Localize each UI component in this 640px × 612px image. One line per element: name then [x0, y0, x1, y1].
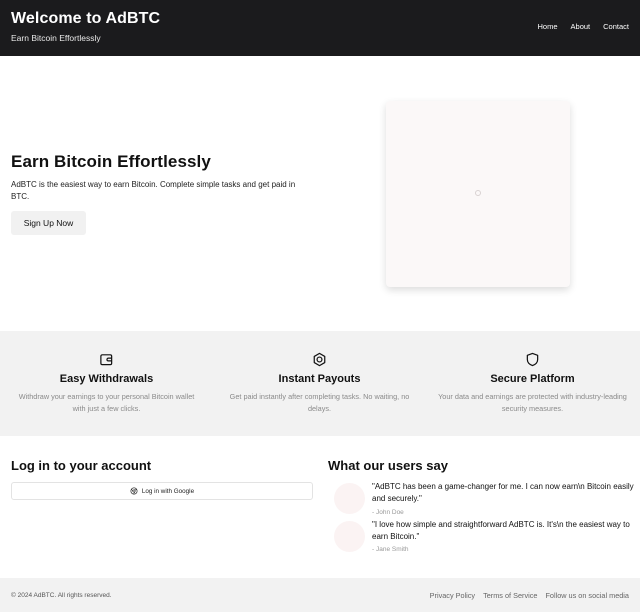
testimonials-title: What our users say — [328, 458, 448, 473]
avatar — [334, 483, 365, 514]
loading-spinner-icon — [475, 190, 481, 196]
terms-of-service-link[interactable]: Terms of Service — [483, 591, 537, 600]
feature-description: Your data and earnings are protected wit… — [438, 392, 627, 413]
main-nav: Home About Contact — [538, 22, 629, 31]
testimonial-quote: "AdBTC has been a game-changer for me. I… — [372, 482, 634, 503]
nav-home-link[interactable]: Home — [538, 22, 558, 31]
login-title: Log in to your account — [11, 458, 152, 473]
google-login-button[interactable]: Log in with Google — [11, 482, 313, 500]
nav-about-link[interactable]: About — [571, 22, 591, 31]
features-section: Easy Withdrawals Withdraw your earnings … — [0, 331, 640, 436]
copyright-text: © 2024 AdBTC. All rights reserved. — [11, 592, 112, 599]
sign-up-button[interactable]: Sign Up Now — [11, 211, 86, 235]
site-title: Welcome to AdBTC — [11, 10, 161, 27]
wallet-icon — [100, 354, 113, 366]
hero-image-placeholder — [386, 101, 570, 287]
shield-icon — [526, 352, 539, 367]
feature-description: Withdraw your earnings to your personal … — [18, 392, 195, 413]
avatar — [334, 521, 365, 552]
testimonial-author: - John Doe — [372, 509, 404, 516]
social-media-link[interactable]: Follow us on social media — [545, 591, 629, 600]
site-header: Welcome to AdBTC Earn Bitcoin Effortless… — [0, 0, 640, 56]
feature-easy-withdrawals: Easy Withdrawals Withdraw your earnings … — [0, 331, 213, 436]
privacy-policy-link[interactable]: Privacy Policy — [430, 591, 475, 600]
feature-title: Easy Withdrawals — [59, 373, 154, 385]
hero-description: AdBTC is the easiest way to earn Bitcoin… — [11, 180, 296, 201]
testimonial-author: - Jane Smith — [372, 546, 409, 553]
footer-links: Privacy Policy Terms of Service Follow u… — [430, 591, 629, 600]
instant-payout-icon — [313, 352, 326, 367]
feature-title: Secure Platform — [490, 373, 575, 385]
nav-contact-link[interactable]: Contact — [603, 22, 629, 31]
site-tagline: Earn Bitcoin Effortlessly — [11, 33, 101, 43]
feature-secure-platform: Secure Platform Your data and earnings a… — [426, 331, 639, 436]
feature-description: Get paid instantly after completing task… — [229, 392, 410, 413]
feature-title: Instant Payouts — [278, 373, 361, 385]
google-icon — [130, 487, 138, 495]
testimonial-quote: "I love how simple and straightforward A… — [372, 520, 630, 541]
hero-title: Earn Bitcoin Effortlessly — [11, 152, 211, 171]
site-footer: © 2024 AdBTC. All rights reserved. Priva… — [0, 578, 640, 612]
google-login-label: Log in with Google — [141, 487, 195, 495]
feature-instant-payouts: Instant Payouts Get paid instantly after… — [213, 331, 426, 436]
